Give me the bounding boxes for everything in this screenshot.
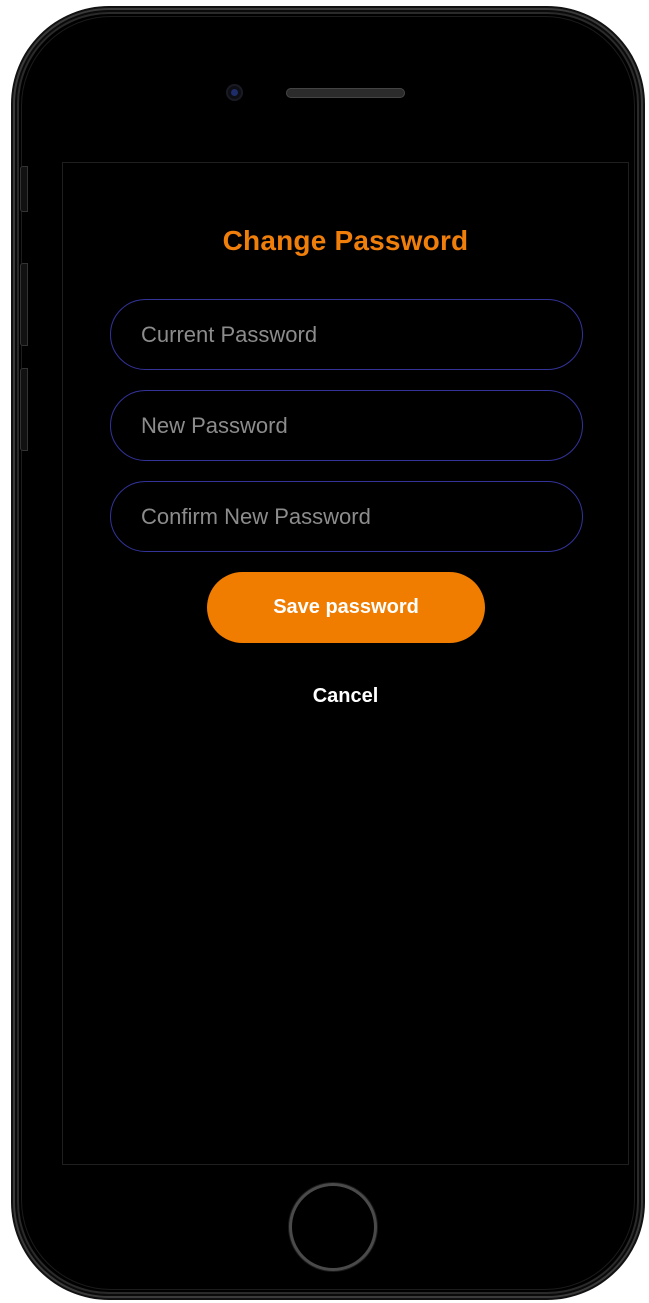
save-password-button[interactable]: Save password: [207, 572, 485, 643]
phone-screen: Change Password Save password Cancel: [62, 162, 629, 1165]
cancel-button[interactable]: Cancel: [63, 685, 628, 708]
confirm-new-password-field[interactable]: [110, 481, 583, 552]
current-password-field[interactable]: [110, 299, 583, 370]
volume-down-button: [20, 368, 28, 451]
mute-switch: [20, 166, 28, 212]
earpiece-speaker: [286, 88, 405, 98]
page-title: Change Password: [222, 225, 469, 256]
volume-up-button: [20, 263, 28, 346]
home-button[interactable]: [289, 1183, 377, 1271]
front-camera-icon: [226, 84, 243, 101]
new-password-field[interactable]: [110, 390, 583, 461]
phone-frame: Change Password Save password Cancel: [13, 8, 643, 1298]
